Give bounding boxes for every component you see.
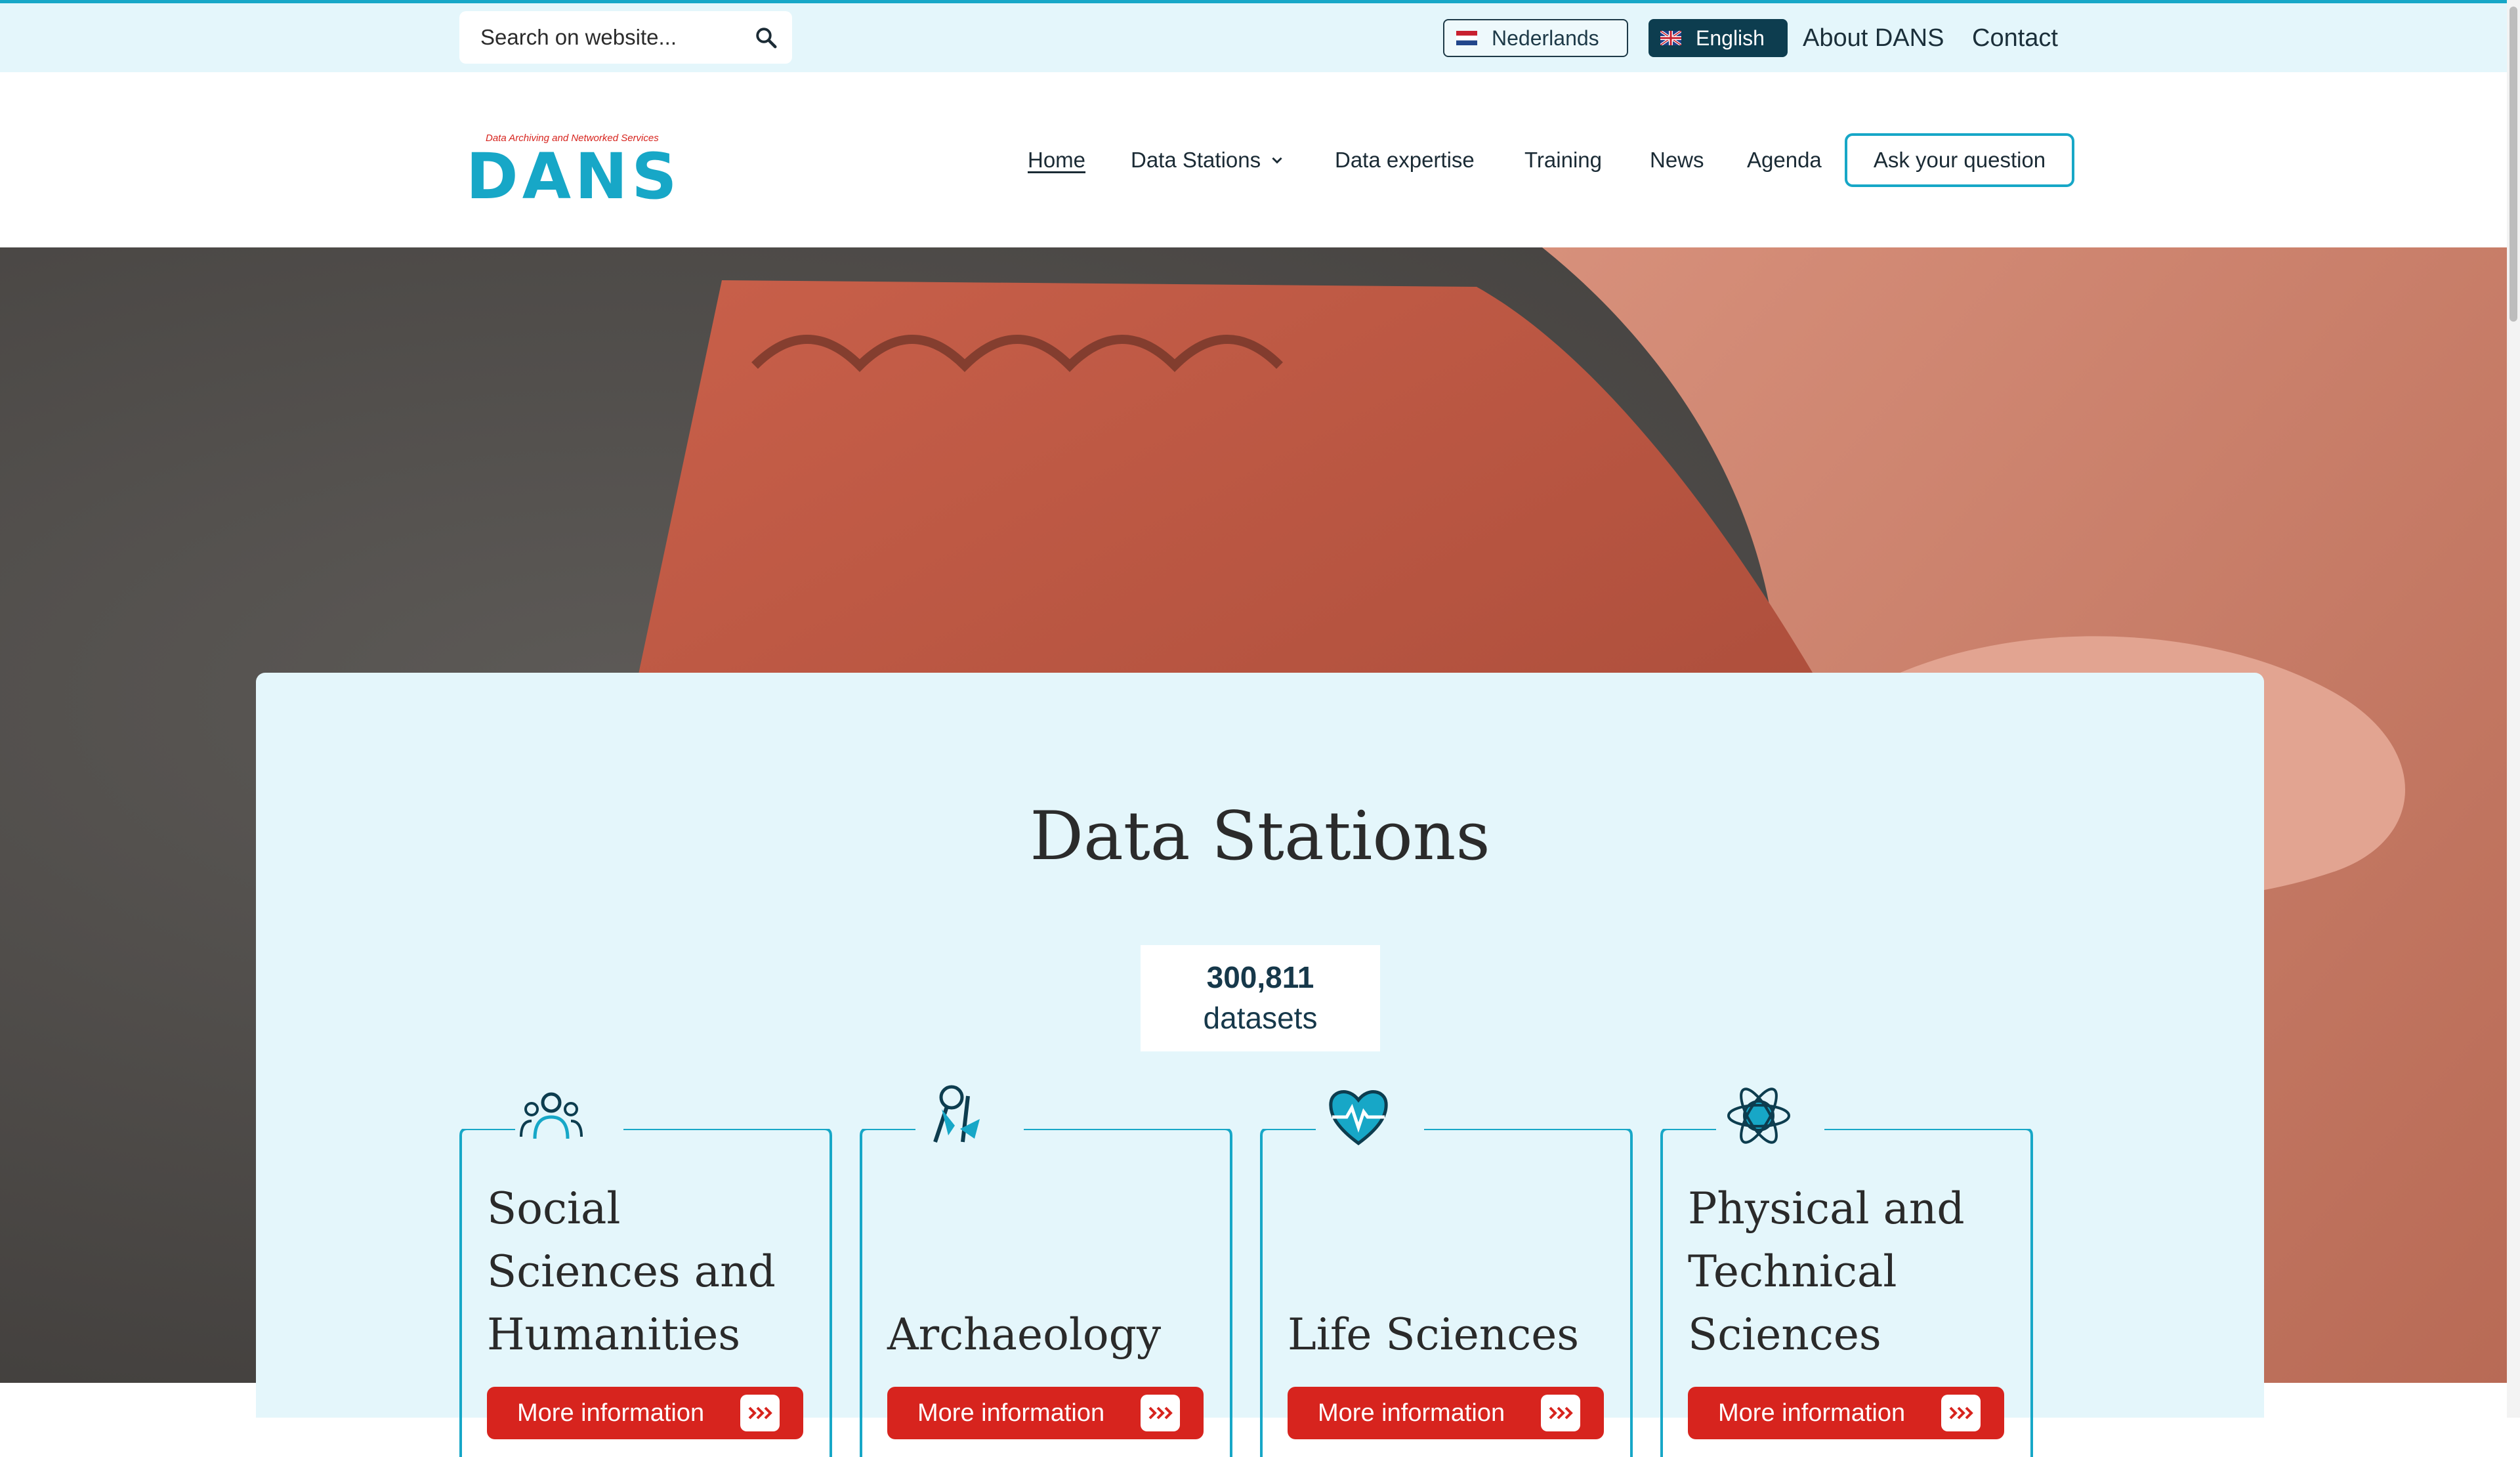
panel-title: Data Stations (1030, 797, 1490, 876)
nav-data-stations-label: Data Stations (1131, 148, 1261, 172)
atom-globe-icon (1727, 1087, 1790, 1144)
dans-logo[interactable]: Data Archiving and Networked Services DA… (466, 125, 702, 203)
archaeology-tools-icon (933, 1085, 980, 1143)
more-information-button[interactable]: More information (887, 1387, 1204, 1439)
more-information-button[interactable]: More information (487, 1387, 803, 1439)
people-group-icon (520, 1092, 583, 1139)
language-english-button[interactable]: English (1648, 19, 1788, 57)
chevron-down-icon (1272, 157, 1282, 164)
more-information-label: More information (1318, 1399, 1505, 1427)
data-stations-panel: Data Stations 300,811 datasets Social Sc… (256, 673, 2264, 1457)
nav-agenda[interactable]: Agenda (1747, 148, 1822, 173)
card-title: Archaeology (887, 1309, 1162, 1360)
more-information-label: More information (917, 1399, 1105, 1427)
site-header: Data Archiving and Networked Services DA… (0, 72, 2520, 247)
card-title: Social Sciences and Humanities (487, 1183, 776, 1360)
card-title: Physical and Technical Sciences (1688, 1183, 1965, 1360)
more-information-button[interactable]: More information (1688, 1387, 2004, 1439)
dataset-count: 300,811 (1206, 960, 1314, 994)
language-dutch-button[interactable]: Nederlands (1443, 19, 1628, 57)
search-input[interactable] (479, 20, 744, 54)
heart-pulse-icon (1329, 1090, 1388, 1146)
dataset-counter: 300,811 datasets (1141, 945, 1380, 1051)
language-english-label: English (1696, 26, 1765, 50)
triple-chevron-right-icon (1541, 1395, 1580, 1431)
more-information-label: More information (1718, 1399, 1906, 1427)
ask-question-button[interactable]: Ask your question (1845, 133, 2074, 187)
dutch-flag-icon (1456, 31, 1477, 45)
scrollbar-thumb[interactable] (2510, 7, 2517, 322)
top-utility-bar: Nederlands English About DANS Contact (0, 0, 2520, 72)
uk-flag-icon (1660, 31, 1681, 45)
triple-chevron-right-icon (1141, 1395, 1180, 1431)
nav-home[interactable]: Home (1028, 148, 1085, 173)
more-information-label: More information (517, 1399, 705, 1427)
card-title: Life Sciences (1288, 1309, 1580, 1360)
nav-data-stations[interactable]: Data Stations (1131, 148, 1284, 173)
more-information-button[interactable]: More information (1288, 1387, 1604, 1439)
search-box (459, 11, 792, 64)
nav-data-expertise[interactable]: Data expertise (1335, 148, 1475, 173)
triple-chevron-right-icon (1941, 1395, 1981, 1431)
page-scrollbar[interactable] (2507, 0, 2520, 1418)
nav-news[interactable]: News (1650, 148, 1704, 173)
nav-training[interactable]: Training (1524, 148, 1602, 173)
language-dutch-label: Nederlands (1492, 26, 1599, 50)
svg-text:DANS: DANS (466, 140, 681, 203)
dataset-count-label: datasets (1203, 1001, 1318, 1035)
about-dans-link[interactable]: About DANS (1803, 24, 1944, 53)
triple-chevron-right-icon (740, 1395, 780, 1431)
search-icon[interactable] (754, 26, 778, 49)
contact-link[interactable]: Contact (1972, 24, 2058, 53)
